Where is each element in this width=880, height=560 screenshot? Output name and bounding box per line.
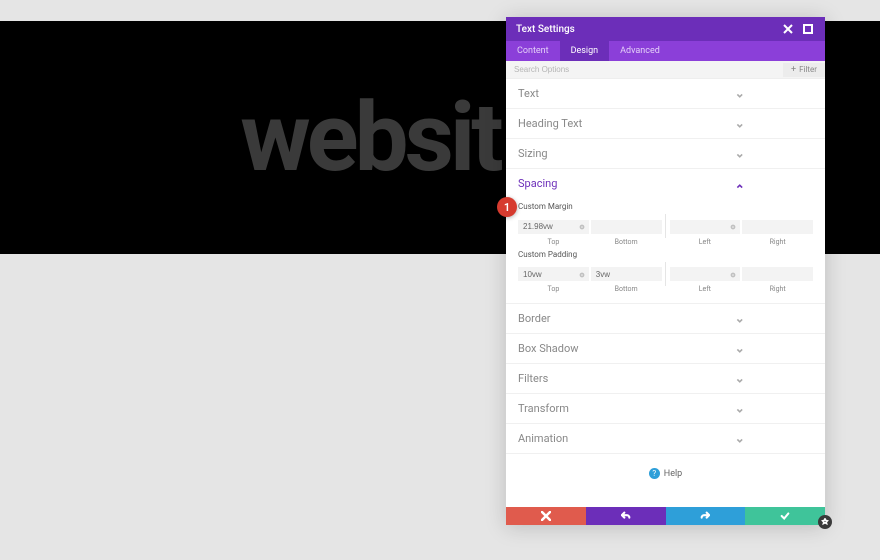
link-icon[interactable] xyxy=(729,264,737,272)
label-bottom: Bottom xyxy=(591,285,662,293)
search-input[interactable] xyxy=(506,62,783,77)
label-left: Left xyxy=(670,238,741,246)
section-text-header[interactable]: Text xyxy=(506,79,825,108)
padding-bottom-cell xyxy=(591,262,662,282)
step-badge: 1 xyxy=(497,197,517,217)
settings-fab[interactable] xyxy=(818,515,832,529)
cancel-button[interactable] xyxy=(506,507,586,525)
action-bar xyxy=(506,507,825,525)
help-icon: ? xyxy=(649,468,660,479)
tab-design[interactable]: Design xyxy=(560,41,610,61)
section-transform-header[interactable]: Transform xyxy=(506,394,825,423)
margin-right-input[interactable] xyxy=(742,220,813,234)
chevron-down-icon xyxy=(666,90,814,98)
padding-right-cell xyxy=(742,262,813,282)
section-sizing-header[interactable]: Sizing xyxy=(506,139,825,168)
settings-panel: Text Settings Content Design Advanced Fi… xyxy=(506,17,825,525)
section-heading: Heading Text xyxy=(506,109,825,139)
section-spacing: Spacing Custom Margin xyxy=(506,169,825,304)
panel-body: Text Heading Text Sizing Spacing Custom … xyxy=(506,79,825,507)
margin-grid: Top Bottom Left Right xyxy=(518,214,813,246)
section-animation: Animation xyxy=(506,424,825,454)
label-left: Left xyxy=(670,285,741,293)
margin-left-cell xyxy=(670,214,741,234)
padding-left-cell xyxy=(670,262,741,282)
panel-title: Text Settings xyxy=(516,24,775,35)
section-label: Border xyxy=(518,312,666,325)
section-label: Spacing xyxy=(518,177,666,190)
redo-button[interactable] xyxy=(666,507,746,525)
section-label: Box Shadow xyxy=(518,342,666,355)
margin-bottom-input[interactable] xyxy=(591,220,662,234)
section-label: Sizing xyxy=(518,147,666,160)
section-label: Transform xyxy=(518,402,666,415)
chevron-down-icon xyxy=(666,315,814,323)
link-icon[interactable] xyxy=(578,264,586,272)
section-label: Heading Text xyxy=(518,117,666,130)
chevron-down-icon xyxy=(666,120,814,128)
section-box-shadow: Box Shadow xyxy=(506,334,825,364)
label-top: Top xyxy=(518,238,589,246)
section-border-header[interactable]: Border xyxy=(506,304,825,333)
chevron-down-icon xyxy=(666,435,814,443)
label-top: Top xyxy=(518,285,589,293)
link-icon[interactable] xyxy=(578,216,586,224)
margin-bottom-cell xyxy=(591,214,662,234)
hero-text: websit xyxy=(240,82,500,194)
section-label: Animation xyxy=(518,432,666,445)
section-heading-header[interactable]: Heading Text xyxy=(506,109,825,138)
chevron-down-icon xyxy=(666,405,814,413)
section-transform: Transform xyxy=(506,394,825,424)
section-box-shadow-header[interactable]: Box Shadow xyxy=(506,334,825,363)
section-filters-header[interactable]: Filters xyxy=(506,364,825,393)
section-sizing: Sizing xyxy=(506,139,825,169)
section-label: Text xyxy=(518,87,666,100)
help-link[interactable]: ? Help xyxy=(506,454,825,491)
close-icon[interactable] xyxy=(781,22,795,36)
panel-header: Text Settings xyxy=(506,17,825,41)
margin-top-cell xyxy=(518,214,589,234)
tab-advanced[interactable]: Advanced xyxy=(609,41,671,61)
tabs: Content Design Advanced xyxy=(506,41,825,61)
tab-content[interactable]: Content xyxy=(506,41,560,61)
chevron-down-icon xyxy=(666,375,814,383)
label-bottom: Bottom xyxy=(591,238,662,246)
filter-button[interactable]: Filter xyxy=(783,63,825,77)
section-animation-header[interactable]: Animation xyxy=(506,424,825,453)
section-border: Border xyxy=(506,304,825,334)
expand-icon[interactable] xyxy=(801,22,815,36)
help-label: Help xyxy=(664,469,682,479)
padding-label: Custom Padding xyxy=(518,250,813,259)
section-filters: Filters xyxy=(506,364,825,394)
label-right: Right xyxy=(742,285,813,293)
padding-bottom-input[interactable] xyxy=(591,267,662,281)
padding-grid: Top Bottom Left Right xyxy=(518,262,813,294)
section-spacing-header[interactable]: Spacing xyxy=(506,169,825,198)
margin-right-cell xyxy=(742,214,813,234)
padding-right-input[interactable] xyxy=(742,267,813,281)
undo-button[interactable] xyxy=(586,507,666,525)
divider xyxy=(665,214,666,238)
chevron-down-icon xyxy=(666,345,814,353)
spacing-body: Custom Margin xyxy=(506,202,825,303)
margin-label: Custom Margin xyxy=(518,202,813,211)
section-label: Filters xyxy=(518,372,666,385)
search-row: Filter xyxy=(506,61,825,79)
chevron-up-icon xyxy=(666,180,814,188)
padding-top-cell xyxy=(518,262,589,282)
divider xyxy=(665,262,666,286)
chevron-down-icon xyxy=(666,150,814,158)
section-text: Text xyxy=(506,79,825,109)
link-icon[interactable] xyxy=(729,216,737,224)
save-button[interactable] xyxy=(745,507,825,525)
label-right: Right xyxy=(742,238,813,246)
